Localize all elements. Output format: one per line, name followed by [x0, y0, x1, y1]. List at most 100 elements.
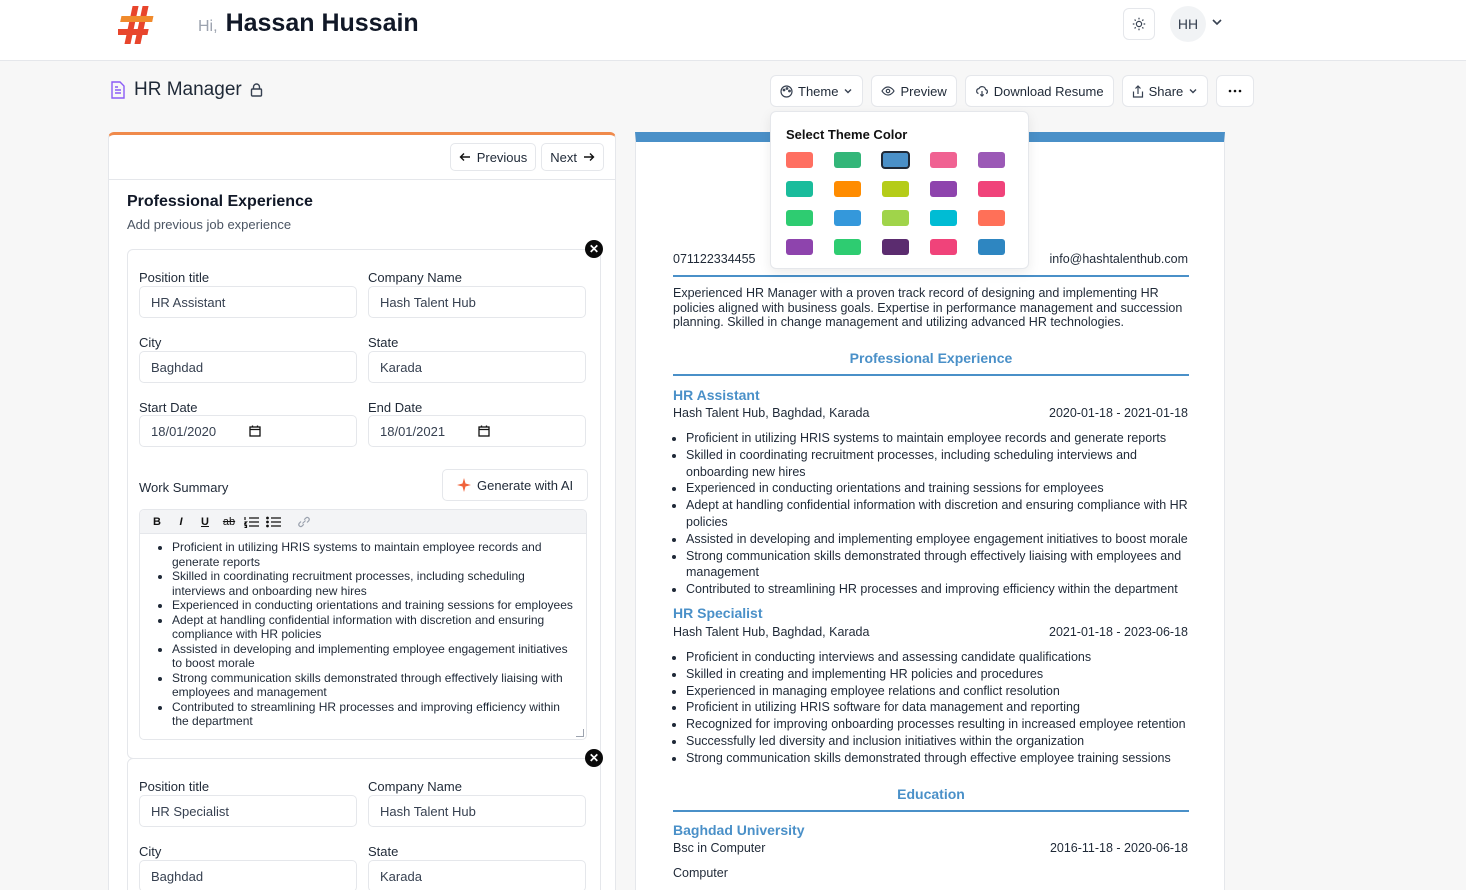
theme-toggle-button[interactable] — [1123, 8, 1155, 40]
color-swatch[interactable] — [786, 239, 813, 255]
color-swatch[interactable] — [786, 181, 813, 197]
list-item: Skilled in coordinating recruitment proc… — [686, 447, 1193, 481]
state-label: State — [368, 844, 399, 859]
work-summary-editor[interactable]: B I U ab Proficient in utilizing HRIS sy… — [139, 509, 587, 740]
theme-color-dropdown: Select Theme Color — [770, 111, 1029, 269]
link-icon[interactable] — [296, 516, 312, 528]
list-item: Skilled in creating and implementing HR … — [686, 666, 1193, 683]
color-swatch[interactable] — [882, 181, 909, 197]
company-input[interactable]: Hash Talent Hub — [368, 795, 586, 827]
share-button[interactable]: Share — [1121, 75, 1209, 107]
color-swatch[interactable] — [834, 239, 861, 255]
color-swatch[interactable] — [786, 152, 813, 168]
list-item: Adept at handling confidential informati… — [686, 497, 1193, 531]
ellipsis-icon — [1228, 89, 1242, 93]
state-label: State — [368, 335, 399, 350]
previous-button[interactable]: Previous — [449, 143, 537, 171]
share-icon — [1132, 84, 1143, 98]
end-date-input[interactable]: 18/01/2021 — [368, 415, 586, 447]
italic-button[interactable]: I — [172, 516, 190, 528]
experience-entry: Position title HR Assistant Company Name… — [127, 249, 601, 759]
color-swatch[interactable] — [930, 210, 957, 226]
editor-toolbar: B I U ab — [140, 510, 586, 534]
color-swatch[interactable] — [881, 151, 910, 169]
calendar-icon[interactable] — [249, 425, 261, 437]
job-title: HR Specialist — [673, 605, 763, 621]
chevron-down-icon[interactable] — [1210, 15, 1224, 29]
bold-button[interactable]: B — [148, 516, 166, 528]
company-input[interactable]: Hash Talent Hub — [368, 286, 586, 318]
bullet-list-icon[interactable] — [266, 516, 282, 528]
color-swatch[interactable] — [834, 181, 861, 197]
color-swatch[interactable] — [930, 152, 957, 168]
color-swatch[interactable] — [834, 152, 861, 168]
state-input[interactable]: Karada — [368, 860, 586, 890]
more-options-button[interactable] — [1216, 75, 1255, 107]
greeting: Hi, Hassan Hussain — [198, 9, 419, 38]
work-summary-label: Work Summary — [139, 480, 229, 495]
numbered-list-icon[interactable] — [244, 516, 260, 528]
end-date-value: 18/01/2021 — [380, 423, 446, 439]
job-company: Hash Talent Hub, Baghdad, Karada — [673, 406, 870, 420]
start-date-value: 18/01/2020 — [151, 423, 217, 439]
list-item: Proficient in utilizing HRIS systems to … — [172, 540, 578, 569]
section-title: Professional Experience — [127, 193, 313, 210]
avatar[interactable]: HH — [1170, 6, 1206, 42]
underline-button[interactable]: U — [196, 516, 214, 528]
download-resume-button[interactable]: Download Resume — [964, 75, 1114, 107]
school-name: Baghdad University — [673, 822, 805, 838]
remove-entry-button[interactable]: ✕ — [585, 749, 603, 767]
position-input[interactable]: HR Specialist — [139, 795, 357, 827]
company-label: Company Name — [368, 270, 462, 285]
calendar-icon[interactable] — [478, 425, 490, 437]
list-item: Skilled in coordinating recruitment proc… — [172, 569, 578, 598]
experience-form-panel: Previous Next Professional Experience Ad… — [108, 132, 616, 890]
sparkle-icon — [457, 478, 471, 492]
generate-with-ai-button[interactable]: Generate with AI — [442, 469, 589, 501]
work-summary-list: Proficient in utilizing HRIS systems to … — [140, 534, 586, 729]
list-item: Assisted in developing and implementing … — [686, 531, 1193, 548]
resize-handle[interactable] — [576, 729, 584, 737]
list-item: Adept at handling confidential informati… — [172, 613, 578, 642]
color-swatch[interactable] — [930, 239, 957, 255]
greeting-prefix: Hi, — [198, 18, 218, 35]
dropdown-title: Select Theme Color — [786, 127, 908, 142]
city-input[interactable]: Baghdad — [139, 860, 357, 890]
color-swatch[interactable] — [978, 152, 1005, 168]
list-item: Proficient in utilizing HRIS software fo… — [686, 699, 1193, 716]
position-label: Position title — [139, 779, 210, 794]
color-swatch[interactable] — [930, 181, 957, 197]
start-date-input[interactable]: 18/01/2020 — [139, 415, 357, 447]
list-item: Contributed to streamlining HR processes… — [172, 700, 578, 729]
color-swatch[interactable] — [834, 210, 861, 226]
color-swatch[interactable] — [786, 210, 813, 226]
strikethrough-button[interactable]: ab — [220, 516, 238, 528]
color-swatch[interactable] — [978, 239, 1005, 255]
job-dates: 2021-01-18 - 2023-06-18 — [1049, 625, 1188, 639]
generate-with-ai-label: Generate with AI — [477, 477, 574, 493]
remove-entry-button[interactable]: ✕ — [585, 240, 603, 258]
hash-logo-icon[interactable] — [118, 4, 158, 46]
list-item: Successfully led diversity and inclusion… — [686, 733, 1193, 750]
resume-phone: 071122334455 — [673, 252, 756, 266]
city-input[interactable]: Baghdad — [139, 351, 357, 383]
download-resume-label: Download Resume — [993, 83, 1104, 99]
color-swatch[interactable] — [882, 210, 909, 226]
list-item: Strong communication skills demonstrated… — [686, 548, 1193, 582]
next-button[interactable]: Next — [541, 143, 604, 171]
share-button-label: Share — [1148, 83, 1184, 99]
theme-button[interactable]: Theme — [770, 75, 864, 107]
lock-icon — [250, 83, 262, 97]
next-label: Next — [550, 149, 577, 165]
color-swatch[interactable] — [978, 181, 1005, 197]
arrow-left-icon — [459, 153, 470, 161]
list-item: Strong communication skills demonstrated… — [172, 671, 578, 700]
preview-button[interactable]: Preview — [871, 75, 957, 107]
position-label: Position title — [139, 270, 210, 285]
color-swatch[interactable] — [978, 210, 1005, 226]
color-swatch[interactable] — [882, 239, 909, 255]
eye-icon — [881, 86, 896, 96]
position-input[interactable]: HR Assistant — [139, 286, 357, 318]
color-swatches — [786, 151, 1005, 255]
state-input[interactable]: Karada — [368, 351, 586, 383]
